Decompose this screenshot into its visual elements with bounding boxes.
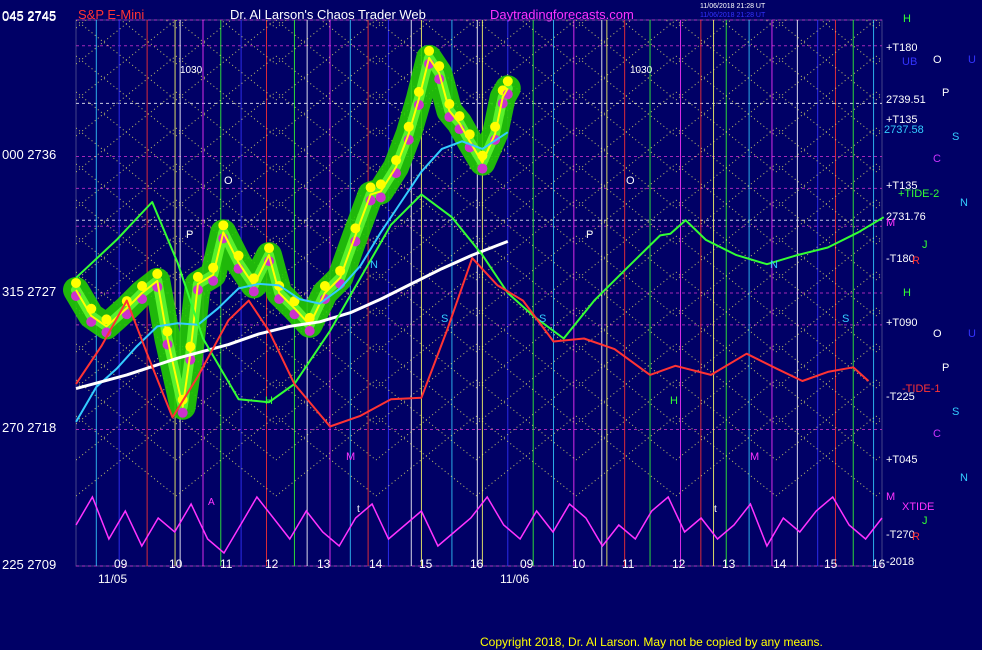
right-label: N [960, 197, 968, 209]
chart-label: M [346, 451, 355, 463]
x-tick-label: 13 [317, 557, 331, 571]
x-tick-label: 16 [470, 557, 484, 571]
date-label: 11/06 [500, 572, 529, 586]
chart-canvas: 045 2745 S&P E-Mini Dr. Al Larson's Chao… [0, 0, 982, 650]
chart-label: N [770, 259, 778, 271]
right-label: H [903, 13, 911, 25]
price-dot-high [152, 268, 163, 279]
x-tick-label: 09 [114, 557, 128, 571]
right-label: -T270 [886, 529, 915, 541]
x-tick-label: 11 [622, 557, 635, 571]
chart-label: O [224, 175, 233, 187]
right-label: +T090 [886, 317, 918, 329]
right-label: M [886, 491, 895, 503]
x-tick-label: 12 [672, 557, 686, 571]
price-dot-high [365, 182, 376, 193]
right-label: UB [902, 56, 917, 68]
x-tick-label: 15 [419, 557, 433, 571]
right-label: +T180 [886, 42, 918, 54]
right-label: +T045 [886, 454, 918, 466]
price-dot-high [424, 45, 435, 56]
right-label: C [933, 153, 941, 165]
right-label: O [933, 54, 942, 66]
right-label: R [912, 255, 920, 267]
left-axis-label: 315 2727 [2, 284, 56, 299]
right-label: +TIDE-2 [898, 188, 939, 200]
date-label: 11/05 [98, 572, 127, 586]
right-label: M [886, 217, 895, 229]
copyright: Copyright 2018, Dr. Al Larson. May not b… [480, 635, 823, 649]
chart-label: O [626, 175, 635, 187]
right-label: R [912, 531, 920, 543]
right-label: -T225 [886, 391, 915, 403]
chart-label: S [842, 313, 849, 325]
right-label: S [952, 131, 959, 143]
chart-label: 1030 [180, 65, 203, 76]
right-label: -2018 [886, 556, 914, 568]
right-label: -T180 [886, 253, 915, 265]
right-label: J [922, 239, 928, 251]
left-axis-label: 225 2709 [2, 557, 56, 572]
chart-label: P [186, 229, 193, 241]
chart-label: S [539, 313, 546, 325]
chart-label: 1030 [630, 65, 653, 76]
chart-label: H [265, 395, 273, 407]
right-label: H [903, 287, 911, 299]
right-label: XTIDE [902, 501, 934, 513]
price-dot-low [444, 112, 455, 122]
x-tick-label: 16 [872, 557, 886, 571]
right-label: P [942, 87, 949, 99]
right-label: O [933, 328, 942, 340]
left-axis-label: 000 2736 [2, 147, 56, 162]
x-tick-label: 11 [220, 557, 233, 571]
left-axis-label: 270 2718 [2, 420, 56, 435]
price-dot-high [264, 243, 275, 254]
right-label: 2739.51 [886, 94, 926, 106]
price-dot-low [177, 407, 188, 418]
timestamp-1: 11/06/2018 21:28 UT [700, 3, 766, 10]
price-dot-low [304, 325, 315, 336]
right-label: J [922, 515, 928, 527]
chart-label: H [670, 395, 678, 407]
x-tick-label: 13 [722, 557, 736, 571]
chart-label: A [208, 497, 215, 508]
right-label: U [968, 328, 976, 340]
x-tick-label: 14 [369, 557, 383, 571]
price-dot-low [477, 163, 488, 174]
x-tick-label: 15 [824, 557, 838, 571]
price-dot-low [375, 192, 386, 203]
x-tick-label: 10 [169, 557, 183, 571]
right-label: U [968, 54, 976, 66]
price-dot-low [248, 286, 259, 297]
right-label: P [942, 362, 949, 374]
timestamp-2: 11/06/2018 21:28 UT [700, 12, 766, 19]
price-dot-high [71, 277, 81, 288]
x-tick-label: 10 [572, 557, 586, 571]
chart-label: M [750, 451, 759, 463]
chart-label: t [714, 504, 717, 515]
right-label: 2737.58 [884, 124, 924, 136]
price-dot-high [502, 76, 513, 87]
price-dot-high [192, 271, 203, 282]
chart-label: t [357, 504, 360, 515]
left-axis-label: 045 2745 [2, 9, 56, 24]
right-label: N [960, 472, 968, 484]
chart-label: S [441, 313, 448, 325]
chart-label: P [586, 229, 593, 241]
x-tick-label: 09 [520, 557, 534, 571]
right-label: C [933, 428, 941, 440]
right-label: S [952, 406, 959, 418]
x-tick-label: 12 [265, 557, 279, 571]
x-tick-label: 14 [773, 557, 787, 571]
chart-label: N [370, 259, 378, 271]
price-dot-high [218, 220, 229, 231]
